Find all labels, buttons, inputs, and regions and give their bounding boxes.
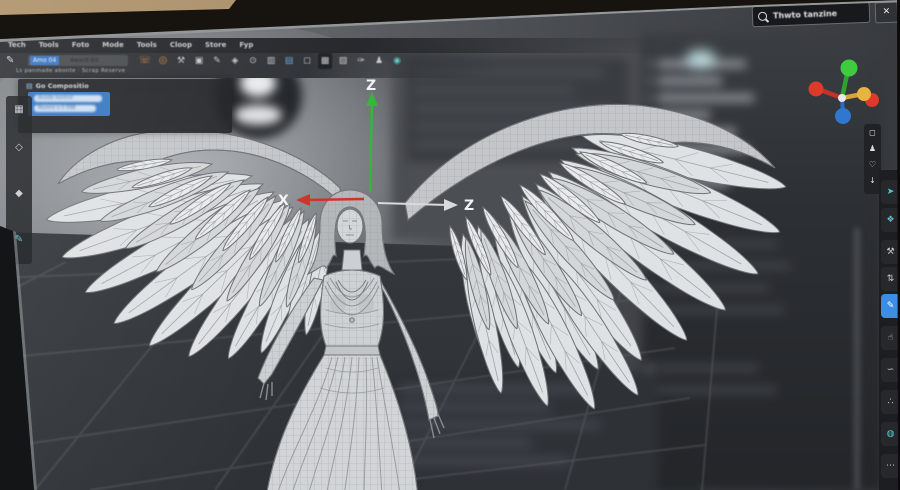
copy-tool-icon[interactable]: ▥ — [264, 53, 278, 69]
bust-icon[interactable]: ♟ — [864, 144, 881, 153]
nav-tool-button[interactable]: ❖ — [881, 208, 900, 232]
menu-item-6[interactable]: Store — [205, 38, 226, 49]
transform-gizmo[interactable]: Z X Z — [278, 78, 474, 214]
square-icon[interactable]: ◻ — [864, 128, 881, 137]
right-wing — [404, 103, 791, 416]
dropdown-option-1[interactable]: Rezere o II 09B — [34, 105, 96, 112]
draw-tool-button[interactable]: ✎ — [881, 294, 900, 318]
menu-item-4[interactable]: Tools — [137, 38, 157, 49]
monitor-tool-icon[interactable]: ◻ — [300, 53, 314, 69]
name-field-selection: Amo 04 — [30, 56, 60, 65]
axis-up-arrow — [366, 92, 378, 193]
name-field-rest: Award-Bit — [70, 57, 99, 64]
menu-item-0[interactable]: Tech — [8, 38, 26, 49]
washer-tool-icon[interactable]: ◉ — [390, 53, 404, 69]
image-tool-icon[interactable]: ▧ — [336, 53, 350, 69]
menu-item-1[interactable]: Tools — [39, 38, 59, 49]
left-tool-rail: ▦ ◇ ◆ ✎ — [6, 96, 32, 264]
axis-label-right: Z — [464, 198, 474, 214]
heart-icon[interactable]: ♡ — [864, 160, 881, 169]
name-field[interactable]: Amo 04 Award-Bit — [28, 55, 128, 66]
gizmo-hub — [838, 94, 846, 102]
composition-panel: ▤ Go Compositio Anode kontrol Rezere o II… — [18, 79, 232, 133]
grab-tool-icon[interactable]: ☏ — [138, 53, 152, 69]
trash-tool-icon[interactable]: ▦ — [318, 53, 332, 69]
gizmo-green-ball — [840, 59, 858, 77]
panel-header-icon: ▤ — [26, 82, 33, 90]
monitor-photo: Z X Z Tech Tools Foto Mode Tools Cloop S… — [0, 0, 900, 490]
close-button[interactable]: ✕ — [874, 1, 899, 24]
axis-label-left: X — [278, 193, 289, 209]
diamond-tool-icon[interactable]: ◇ — [6, 142, 32, 153]
wireframe-angel-model[interactable]: Z X Z — [20, 78, 800, 490]
record-tool-icon[interactable]: ◎ — [156, 53, 170, 69]
teal-pen-tool-icon[interactable]: ✎ — [6, 234, 32, 245]
main-toolbar: ☏ ◎ ⚒ ▣ ✎ ◈ ⊙ ▥ ▤ ◻ ▦ ▧ ✑ ♟ ◉ — [138, 53, 404, 69]
axis-label-up: Z — [366, 78, 376, 94]
gem-tool-icon[interactable]: ◆ — [6, 188, 32, 199]
composition-dropdown[interactable]: Anode kontrol Rezere o II 09B — [28, 92, 110, 116]
dropdown-option-0[interactable]: Anode kontrol — [34, 95, 102, 102]
search-input[interactable] — [770, 6, 866, 22]
sphere-tool-button[interactable]: ◍ — [881, 422, 900, 446]
gizmo-yellow-ball — [857, 87, 871, 101]
link-tool-button[interactable]: ∽ — [881, 358, 900, 382]
edit-pen-icon: ✎ — [6, 55, 15, 66]
gizmo-red-ball — [808, 81, 824, 97]
menu-item-2[interactable]: Foto — [72, 38, 89, 49]
brush-tool-icon[interactable]: ✑ — [354, 53, 368, 69]
menu-item-3[interactable]: Mode — [102, 38, 124, 49]
swap-tool-button[interactable]: ⇅ — [881, 267, 900, 291]
cursor-tool-button[interactable]: ➤ — [881, 180, 900, 204]
search-icon — [757, 11, 768, 22]
menu-item-5[interactable]: Cloop — [170, 38, 192, 49]
menu-bar: Tech Tools Foto Mode Tools Cloop Store F… — [0, 38, 660, 53]
more-tools-button[interactable]: ⋯ — [881, 454, 900, 478]
measure-tool-button[interactable]: ⚒ — [881, 240, 900, 264]
zoom-tool-icon[interactable]: ⊙ — [246, 53, 260, 69]
menu-item-7[interactable]: Fyp — [239, 38, 253, 49]
breadcrumb: Ls panmade abonte · Scrap Reserve — [16, 68, 126, 74]
gizmo-blue-ball — [835, 108, 851, 124]
orientation-gizmo[interactable] — [806, 56, 882, 132]
figure-tool-icon[interactable]: ♟ — [372, 53, 386, 69]
tag-tool-icon[interactable]: ◈ — [228, 53, 242, 69]
point-tool-button[interactable]: ☝ — [881, 326, 900, 350]
folder-tool-icon[interactable]: ▤ — [282, 53, 296, 69]
grid-tool-icon[interactable]: ▦ — [6, 104, 32, 115]
clamp-tool-icon[interactable]: ⚒ — [174, 53, 188, 69]
frame-tool-icon[interactable]: ▣ — [192, 53, 206, 69]
pen-tool-icon[interactable]: ✎ — [210, 53, 224, 69]
composition-panel-header: ▤ Go Compositio — [26, 82, 89, 90]
scatter-tool-button[interactable]: ∴ — [881, 390, 900, 414]
